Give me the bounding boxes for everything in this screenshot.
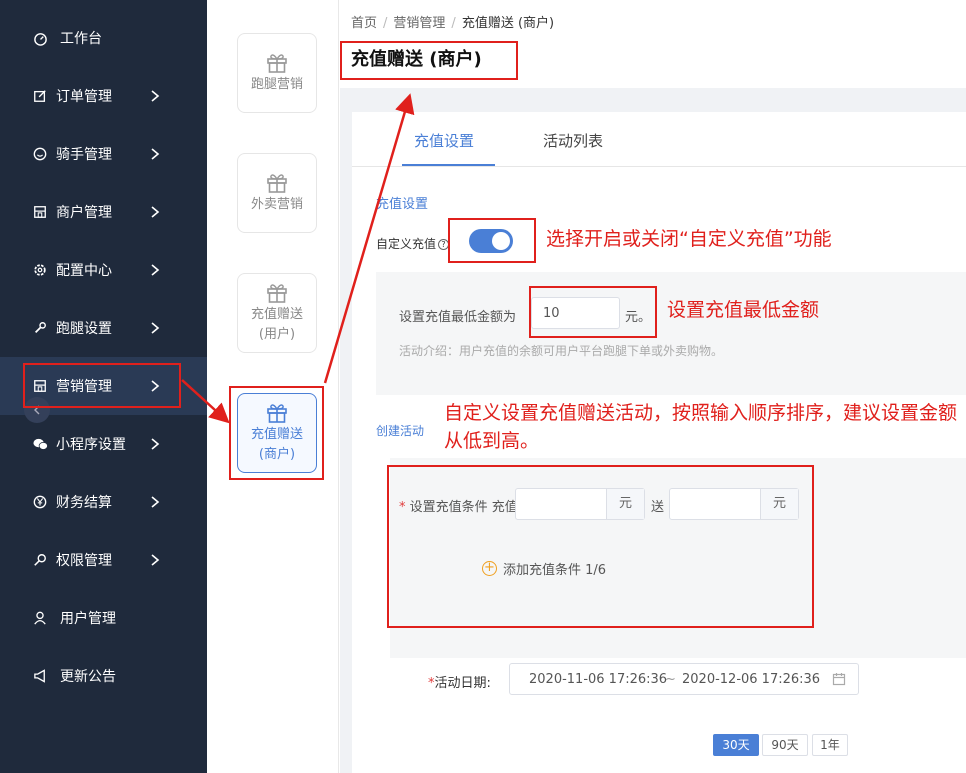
dashboard-icon: [32, 30, 48, 46]
sidebar-item-label: 权限管理: [56, 553, 112, 569]
sidebar-item-permissions[interactable]: 权限管理: [0, 531, 207, 589]
activity-intro: 活动介绍：用户充值的余额可用户平台跑腿下单或外卖购物。: [399, 344, 724, 358]
sidebar-item-riders[interactable]: 骑手管理: [0, 125, 207, 183]
min-amount-label: 设置充值最低金额为: [399, 310, 517, 325]
sidebar-item-finance[interactable]: 财务结算: [0, 473, 207, 531]
sidebar-item-label: 骑手管理: [56, 147, 112, 163]
period-30d-button[interactable]: 30天: [713, 734, 759, 756]
wrench-icon: [32, 320, 48, 336]
tab-recharge-settings[interactable]: 充值设置: [414, 130, 474, 151]
tab-divider: [352, 166, 966, 167]
gift-icon: [267, 174, 287, 193]
sidebar-item-config[interactable]: 配置中心: [0, 241, 207, 299]
breadcrumb-separator: /: [383, 16, 388, 31]
user-icon: [32, 610, 48, 626]
highlight-marketing-menu: [23, 363, 181, 408]
smile-icon: [32, 146, 48, 162]
chevron-right-icon: [151, 438, 160, 450]
chevron-right-icon: [151, 322, 160, 334]
highlight-merchant-card: [229, 386, 324, 480]
date-separator: ~: [665, 672, 676, 687]
sidebar-item-label: 订单管理: [56, 89, 112, 105]
sidebar-item-merchants[interactable]: 商户管理: [0, 183, 207, 241]
card-errand-marketing[interactable]: 跑腿营销: [237, 33, 317, 113]
sidebar-item-label: 小程序设置: [56, 437, 126, 453]
create-activity-label: 创建活动: [376, 424, 425, 438]
sidebar-item-label: 商户管理: [56, 205, 112, 221]
active-tab-indicator: [402, 164, 495, 166]
custom-recharge-label: 自定义充值?: [376, 235, 450, 252]
chevron-right-icon: [151, 496, 160, 508]
key-icon: [32, 552, 48, 568]
breadcrumb-section[interactable]: 营销管理: [393, 16, 445, 31]
sidebar-item-miniprogram[interactable]: 小程序设置: [0, 415, 207, 473]
highlight-toggle: [448, 218, 536, 263]
breadcrumb: 首页 / 营销管理 / 充值赠送 (商户): [351, 12, 554, 31]
card-label: 跑腿营销: [250, 77, 303, 92]
sidebar-item-users[interactable]: 用户管理: [0, 589, 207, 647]
annotation-min-amount: 设置充值最低金额: [667, 299, 820, 321]
card-takeout-marketing[interactable]: 外卖营销: [237, 153, 317, 233]
highlight-min-amount: [529, 286, 657, 338]
sidebar-item-dashboard[interactable]: 工作台: [0, 9, 207, 67]
breadcrumb-current: 充值赠送 (商户): [461, 16, 555, 31]
sidebar-item-label: 更新公告: [60, 669, 116, 685]
sidebar-item-label: 用户管理: [60, 611, 116, 627]
shop-icon: [32, 204, 48, 220]
card-recharge-user[interactable]: 充值赠送 (用户): [237, 273, 317, 353]
sidebar-item-announcements[interactable]: 更新公告: [0, 647, 207, 705]
min-amount-section: [376, 272, 966, 395]
highlight-page-title: [340, 41, 518, 80]
highlight-conditions: [387, 465, 814, 628]
section-title: 充值设置: [376, 197, 429, 212]
breadcrumb-home[interactable]: 首页: [351, 16, 377, 31]
gear-icon: [32, 262, 48, 278]
sidebar-item-errand-settings[interactable]: 跑腿设置: [0, 299, 207, 357]
breadcrumb-separator: /: [451, 16, 456, 31]
tab-activity-list[interactable]: 活动列表: [543, 130, 603, 151]
chevron-right-icon: [151, 206, 160, 218]
wechat-icon: [32, 436, 48, 452]
yen-icon: [32, 494, 48, 510]
sidebar-item-label: 配置中心: [56, 263, 112, 279]
period-90d-button[interactable]: 90天: [762, 734, 808, 756]
annotation-toggle: 选择开启或关闭“自定义充值”功能: [546, 228, 832, 250]
sidebar-item-label: 跑腿设置: [56, 321, 112, 337]
megaphone-icon: [32, 668, 48, 684]
chevron-right-icon: [151, 148, 160, 160]
chevron-right-icon: [151, 90, 160, 102]
sidebar-item-orders[interactable]: 订单管理: [0, 67, 207, 125]
calendar-icon: [832, 673, 846, 686]
card-label: 充值赠送 (用户): [250, 307, 303, 342]
annotation-activity: 自定义设置充值赠送活动，按照输入顺序排序，建议设置金额从低到高。: [444, 402, 958, 452]
date-end: 2020-12-06 17:26:36: [682, 672, 821, 687]
date-start: 2020-11-06 17:26:36: [529, 672, 668, 687]
chevron-right-icon: [151, 264, 160, 276]
sidebar-item-label: 工作台: [60, 31, 102, 47]
edit-icon: [32, 88, 48, 104]
gift-icon: [267, 284, 287, 303]
date-range-picker[interactable]: 2020-11-06 17:26:36 ~ 2020-12-06 17:26:3…: [509, 663, 859, 695]
sidebar-item-label: 财务结算: [56, 495, 112, 511]
date-label: *活动日期:: [428, 676, 491, 691]
chevron-right-icon: [151, 554, 160, 566]
card-label: 外卖营销: [250, 197, 303, 212]
period-1y-button[interactable]: 1年: [812, 734, 848, 756]
gift-icon: [267, 54, 287, 73]
